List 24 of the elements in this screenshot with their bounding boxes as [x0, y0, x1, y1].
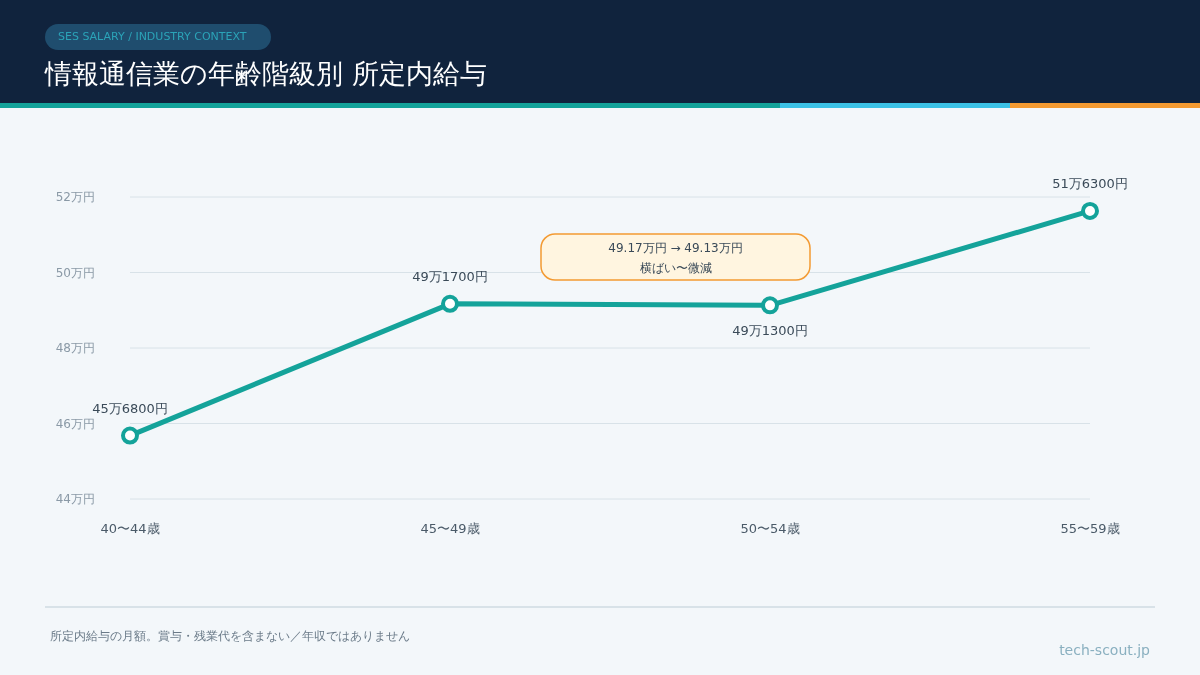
annotation: 横ばい〜微減 [639, 261, 712, 275]
axis-label: 40〜44歳 [100, 521, 160, 536]
axis-label: 46万円 [55, 416, 95, 431]
data-label: 49万1300円 [732, 323, 808, 339]
data-label: 51万6300円 [1052, 175, 1128, 191]
axis-label: 45〜49歳 [420, 521, 480, 536]
axis-label: 50万円 [55, 265, 95, 280]
annotation: 49.17万円 → 49.13万円 [608, 241, 743, 255]
source-text: tech-scout.jp [1059, 642, 1150, 658]
data-point [761, 296, 779, 315]
data-point [121, 426, 139, 445]
category-tag: SES SALARY / INDUSTRY CONTEXT [45, 24, 271, 50]
axis-label: 50〜54歳 [740, 521, 800, 536]
data-point [441, 294, 459, 313]
annotation-callout: 49.17万円 → 49.13万円 横ばい〜微減 [540, 233, 811, 281]
slide-title: 情報通信業の年齢階級別 所定内給与 [45, 57, 487, 91]
axis-label: 44万円 [55, 492, 95, 506]
axis-label: 55〜59歳 [1060, 521, 1120, 536]
data-label: 45万6800円 [92, 400, 168, 416]
footnote: 所定内給与の月額。賞与・残業代を含まない／年収ではありません [50, 628, 410, 645]
axis-label: 48万円 [55, 341, 95, 355]
data-point [1081, 201, 1099, 220]
data-label: 49万1700円 [412, 268, 488, 284]
axis-label: 52万円 [55, 190, 95, 204]
